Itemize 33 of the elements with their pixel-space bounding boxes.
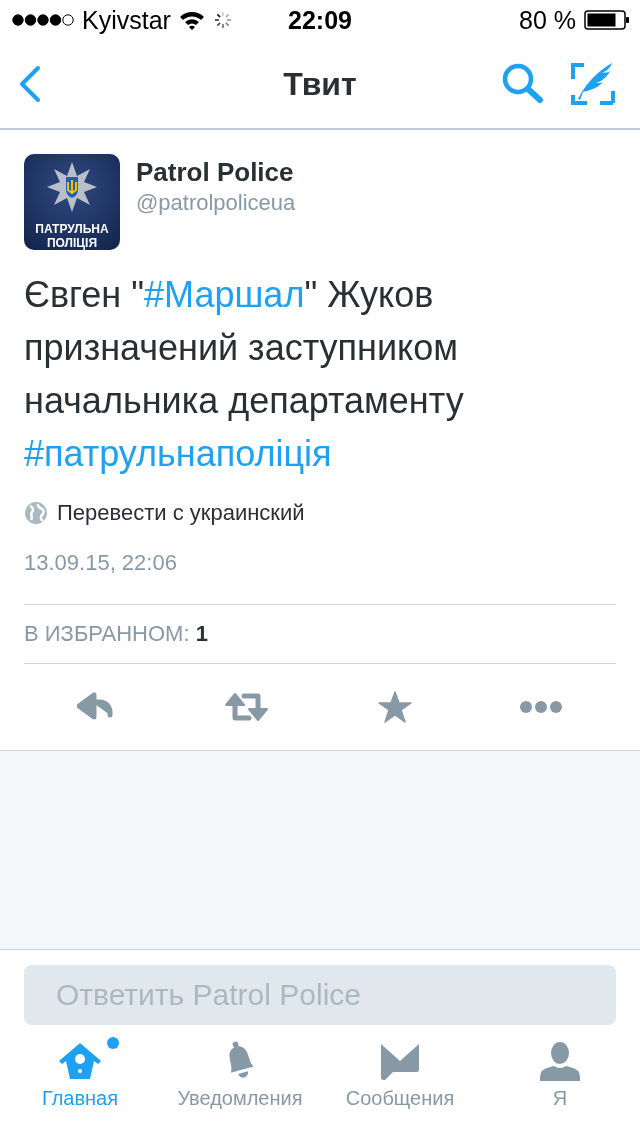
logo-text: ПАТРУЛЬНА — [35, 222, 109, 236]
globe-icon — [24, 501, 48, 525]
favorites-count[interactable]: В ИЗБРАННОМ: 1 — [24, 605, 616, 663]
translate-link[interactable]: Перевести с украинский — [57, 500, 305, 526]
compose-button[interactable] — [570, 61, 616, 107]
screen-title: Твит — [283, 65, 357, 103]
tab-item[interactable]: Я — [480, 1035, 640, 1110]
back-button[interactable] — [18, 64, 42, 104]
envelope-icon — [379, 1042, 421, 1080]
search-button[interactable] — [500, 62, 546, 106]
signal-icon — [12, 13, 74, 27]
person-icon — [539, 1041, 581, 1081]
badge-star-icon — [47, 162, 97, 212]
hashtag-link[interactable]: #патрульнаполіція — [24, 433, 332, 474]
avatar-logo[interactable]: ПАТРУЛЬНА ПОЛІЦІЯ — [24, 154, 120, 250]
tweet-text: Євген "#Маршал" Жуков призначений заступником начальника департаменту #патрульнаполіція — [24, 273, 465, 476]
battery-percent: 80 % — [519, 5, 576, 35]
wifi-icon — [178, 10, 205, 30]
logo-text: ПОЛІЦІЯ — [46, 236, 98, 250]
more-button[interactable] — [518, 700, 563, 714]
tab-item[interactable]: Сообщения — [320, 1035, 480, 1110]
tab-item[interactable]: Уведомления — [160, 1035, 320, 1110]
hashtag-link[interactable]: #Маршал — [144, 274, 305, 315]
tweet-timestamp: 13.09.15, 22:06 — [24, 550, 178, 576]
clock: 22:09 — [288, 5, 352, 35]
birdhouse-icon — [57, 1041, 103, 1081]
battery-icon — [584, 10, 630, 30]
activity-spinner-icon — [212, 10, 233, 30]
author-name[interactable]: Patrol Police — [136, 156, 296, 188]
tab-item[interactable]: Главная — [0, 1035, 160, 1110]
favorite-button[interactable] — [378, 691, 413, 723]
author-handle[interactable]: @patrolpoliceua — [136, 188, 296, 218]
carrier-name: Kyivstar — [82, 5, 171, 35]
